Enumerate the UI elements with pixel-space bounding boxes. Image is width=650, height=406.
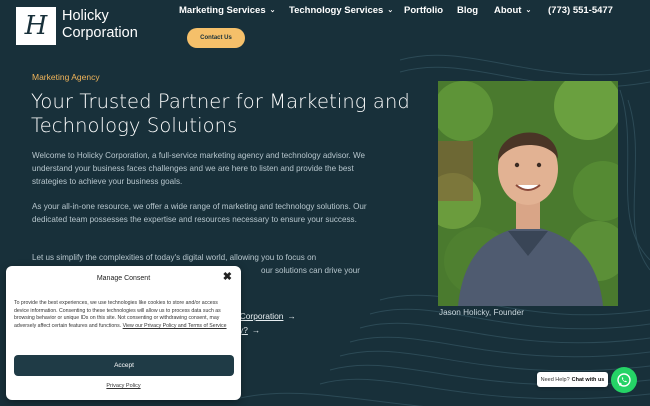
nav-about-label: About	[494, 5, 522, 16]
nav-phone-label: (773) 551-5477	[548, 5, 613, 16]
nav-blog[interactable]: Blog	[457, 5, 478, 16]
whatsapp-action: Chat with us	[571, 376, 605, 383]
founder-portrait-illustration	[438, 81, 618, 306]
consent-modal: Manage Consent ✖ To provide the best exp…	[6, 266, 241, 400]
nav-technology-services-label: Technology Services	[289, 5, 384, 16]
hero-paragraph-3-line-2: our solutions can drive your	[261, 266, 360, 275]
hero-eyebrow: Marketing Agency	[32, 72, 100, 82]
whatsapp-help-bubble[interactable]: Need Help? Chat with us	[537, 372, 608, 387]
logo-line-2: Corporation	[62, 25, 138, 41]
chevron-down-icon: ⌄	[269, 7, 276, 14]
whatsapp-icon	[617, 373, 631, 387]
nav-marketing-services[interactable]: Marketing Services ⌄	[179, 5, 275, 16]
nav-phone-link[interactable]: (773) 551-5477	[548, 5, 613, 16]
nav-about[interactable]: About ⌄	[494, 5, 531, 16]
founder-caption: Jason Holicky, Founder	[439, 308, 524, 317]
nav-portfolio[interactable]: Portfolio	[404, 5, 443, 16]
consent-body: To provide the best experiences, we use …	[14, 300, 232, 330]
hero-paragraph-2: As your all-in-one resource, we offer a …	[32, 202, 367, 224]
contact-us-button[interactable]: Contact Us	[187, 28, 245, 48]
hero-paragraph-1: Welcome to Holicky Corporation, a full-s…	[32, 151, 366, 186]
close-icon[interactable]: ✖	[223, 272, 232, 283]
founder-photo	[438, 81, 618, 306]
nav-blog-label: Blog	[457, 5, 479, 16]
hero-paragraph-3-line-1: Let us simplify the complexities of toda…	[32, 253, 317, 262]
nav-technology-services[interactable]: Technology Services ⌄	[289, 5, 393, 16]
privacy-terms-link[interactable]: View our Privacy Policy and Terms of Ser…	[123, 323, 227, 329]
consent-title: Manage Consent	[96, 275, 151, 282]
hero-title: Your Trusted Partner for Marketing and T…	[31, 90, 410, 137]
whatsapp-prompt: Need Help?	[540, 376, 570, 383]
arrow-right-icon: →	[251, 325, 261, 335]
whatsapp-button[interactable]	[611, 367, 637, 393]
arrow-right-icon: →	[287, 311, 296, 321]
nav-marketing-services-label: Marketing Services	[179, 5, 266, 16]
hero-link-2[interactable]: y? →	[239, 325, 260, 335]
privacy-policy-link[interactable]: Privacy Policy	[6, 383, 241, 389]
main-navigation: Marketing Services ⌄ Technology Services ⌄…	[0, 5, 650, 19]
nav-portfolio-label: Portfolio	[404, 5, 444, 16]
chevron-down-icon: ⌄	[525, 7, 532, 14]
chevron-down-icon: ⌄	[387, 7, 394, 14]
accept-button[interactable]: Accept	[14, 355, 234, 376]
